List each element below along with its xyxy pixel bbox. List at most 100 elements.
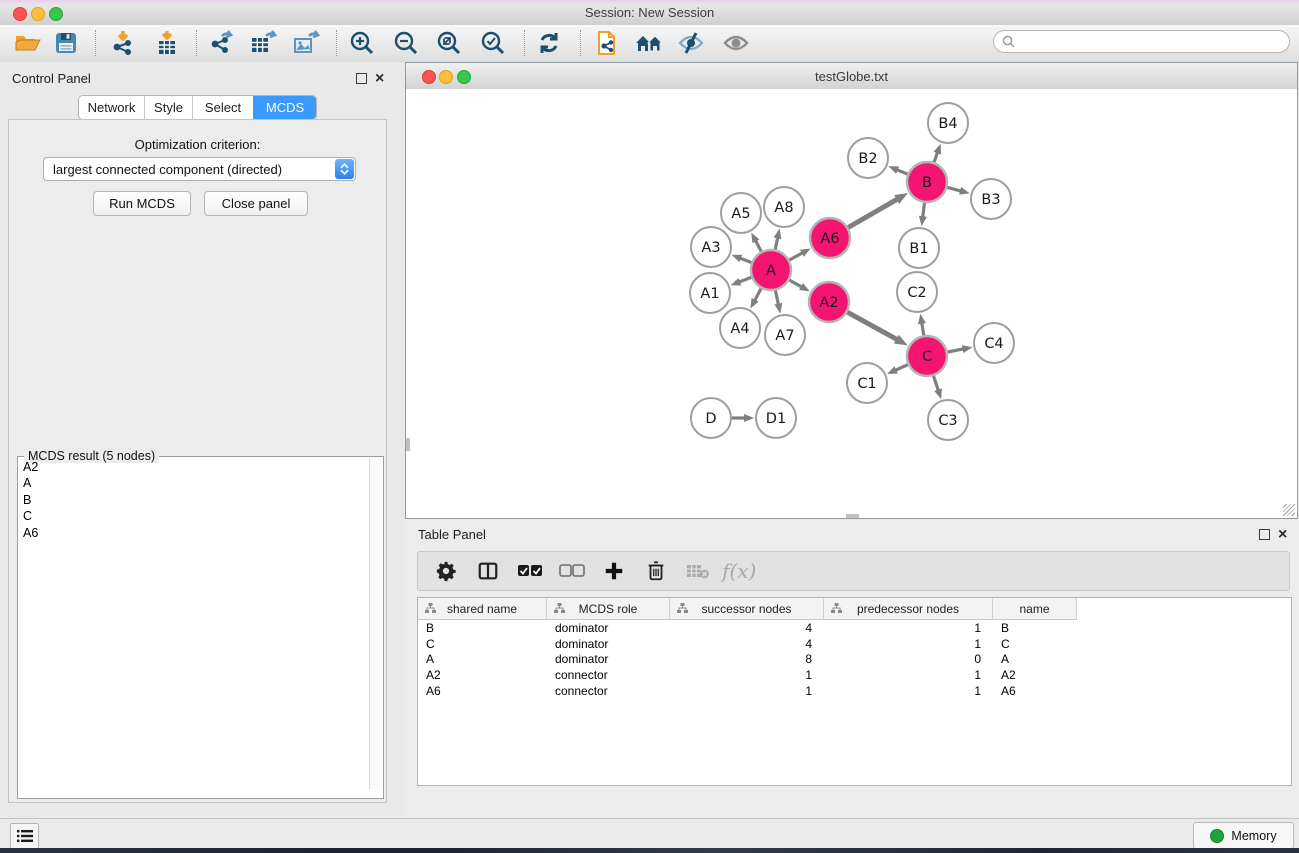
delete-table-button[interactable]	[684, 557, 712, 585]
table-cell: 1	[824, 637, 993, 651]
edge-A6-B[interactable]	[848, 198, 898, 227]
open-session-button[interactable]	[11, 28, 45, 58]
zoom-fit-icon	[436, 30, 462, 56]
save-session-button[interactable]	[49, 28, 83, 58]
zoom-fit-button[interactable]	[432, 28, 466, 58]
function-builder-button[interactable]: f(x)	[722, 559, 756, 583]
edge-B-B1[interactable]	[923, 203, 925, 218]
run-mcds-button[interactable]: Run MCDS	[93, 191, 191, 216]
task-history-button[interactable]	[10, 823, 39, 849]
tab-style[interactable]: Style	[144, 96, 192, 119]
node-table[interactable]: shared nameMCDS role successor nodes prede…	[417, 597, 1292, 786]
column-header-successor-nodes[interactable]: successor nodes	[670, 598, 824, 620]
table-row[interactable]: Cdominator41C	[418, 636, 1291, 652]
criterion-dropdown[interactable]: largest connected component (directed)	[43, 157, 356, 181]
table-cell: A	[993, 652, 1077, 666]
edge-C-C4[interactable]	[948, 349, 965, 352]
select-all-rows-button[interactable]	[516, 557, 544, 585]
column-header-predecessor-nodes[interactable]: predecessor nodes	[824, 598, 993, 620]
delete-column-button[interactable]	[642, 557, 670, 585]
close-panel-icon[interactable]: ×	[375, 73, 384, 84]
export-table-button[interactable]	[246, 28, 280, 58]
shared-column-icon	[677, 603, 688, 614]
close-table-panel-icon[interactable]: ×	[1278, 529, 1287, 540]
select-columns-button[interactable]	[474, 557, 502, 585]
left-scroll-tick[interactable]	[406, 438, 410, 451]
table-cell: dominator	[547, 637, 670, 651]
mcds-result-list[interactable]: A2ABCA6	[19, 459, 369, 789]
search-input[interactable]	[1020, 34, 1274, 50]
tab-network[interactable]: Network	[79, 96, 144, 119]
shared-column-icon	[425, 603, 436, 614]
edge-A-A1[interactable]	[738, 277, 751, 282]
table-row[interactable]: A6connector11A6	[418, 683, 1291, 699]
search-field[interactable]	[993, 30, 1290, 53]
table-panel-title: Table Panel	[418, 527, 486, 542]
add-column-button[interactable]	[600, 557, 628, 585]
network-from-file-button[interactable]	[590, 28, 624, 58]
import-table-button[interactable]	[150, 28, 184, 58]
arrowhead-icon	[800, 248, 811, 256]
arrowhead-icon	[887, 366, 898, 374]
result-list-item[interactable]: B	[19, 492, 369, 508]
table-settings-button[interactable]	[432, 557, 460, 585]
node-table-body: Bdominator41BCdominator41CAdominator80AA…	[418, 620, 1291, 699]
edge-C-C2[interactable]	[922, 322, 924, 336]
edge-C-C1[interactable]	[894, 365, 907, 371]
mcds-tab-content: Optimization criterion: largest connecte…	[8, 119, 387, 803]
edge-A-A5[interactable]	[755, 240, 761, 252]
network-window-titlebar[interactable]: testGlobe.txt	[406, 63, 1297, 90]
edge-C-C3[interactable]	[934, 376, 939, 392]
memory-button[interactable]: Memory	[1193, 822, 1294, 849]
home-button[interactable]	[632, 28, 666, 58]
result-scrollbar[interactable]	[369, 459, 382, 789]
edge-A2-C[interactable]	[847, 312, 898, 340]
import-network-button[interactable]	[106, 28, 140, 58]
float-panel-icon[interactable]	[356, 73, 367, 84]
table-cell: B	[418, 621, 547, 635]
show-all-button[interactable]	[719, 28, 753, 58]
dropdown-stepper-icon	[335, 159, 354, 179]
table-cell: C	[993, 637, 1077, 651]
export-image-button[interactable]	[289, 28, 323, 58]
resize-grip-icon[interactable]	[1283, 504, 1295, 516]
edge-A-A4[interactable]	[754, 289, 761, 302]
zoom-selected-button[interactable]	[476, 28, 510, 58]
table-row[interactable]: A2connector11A2	[418, 667, 1291, 683]
tab-mcds[interactable]: MCDS	[253, 96, 316, 119]
arrowhead-icon	[774, 303, 782, 314]
column-header-shared-name[interactable]: shared name	[418, 598, 547, 620]
table-cell: A6	[418, 684, 547, 698]
edge-A-A6[interactable]	[789, 252, 803, 260]
edge-A-A7[interactable]	[775, 291, 778, 306]
result-list-item[interactable]: A2	[19, 459, 369, 475]
refresh-view-button[interactable]	[532, 28, 566, 58]
column-header-MCDS-role[interactable]: MCDS role	[547, 598, 670, 620]
column-header-label: successor nodes	[701, 602, 791, 616]
hide-selected-button[interactable]	[674, 28, 708, 58]
tab-select[interactable]: Select	[192, 96, 253, 119]
eye-icon	[722, 31, 750, 55]
column-header-name[interactable]: name	[993, 598, 1077, 620]
edge-B-B3[interactable]	[947, 187, 962, 191]
control-panel-tabs: NetworkStyleSelectMCDS	[78, 95, 317, 120]
table-cell: connector	[547, 684, 670, 698]
edge-A-A2[interactable]	[789, 280, 802, 287]
float-table-panel-icon[interactable]	[1259, 529, 1270, 540]
result-list-item[interactable]: C	[19, 508, 369, 524]
zoom-selected-icon	[480, 30, 506, 56]
result-list-item[interactable]: A	[19, 475, 369, 491]
table-row[interactable]: Bdominator41B	[418, 620, 1291, 636]
result-list-item[interactable]: A6	[19, 525, 369, 541]
zoom-in-button[interactable]	[345, 28, 379, 58]
table-cell: B	[993, 621, 1077, 635]
network-graph[interactable]: AA1A2A3A4A5A6A7A8BB1B2B3B4CC1C2C3C4DD1	[406, 89, 1297, 518]
close-panel-button[interactable]: Close panel	[204, 191, 308, 216]
deselect-all-rows-button[interactable]	[558, 557, 586, 585]
table-row[interactable]: Adominator80A	[418, 652, 1291, 668]
export-network-button[interactable]	[204, 28, 238, 58]
zoom-out-button[interactable]	[389, 28, 423, 58]
bottom-scroll-tick[interactable]	[846, 514, 859, 518]
table-cell: A2	[993, 668, 1077, 682]
table-cell: 1	[824, 684, 993, 698]
